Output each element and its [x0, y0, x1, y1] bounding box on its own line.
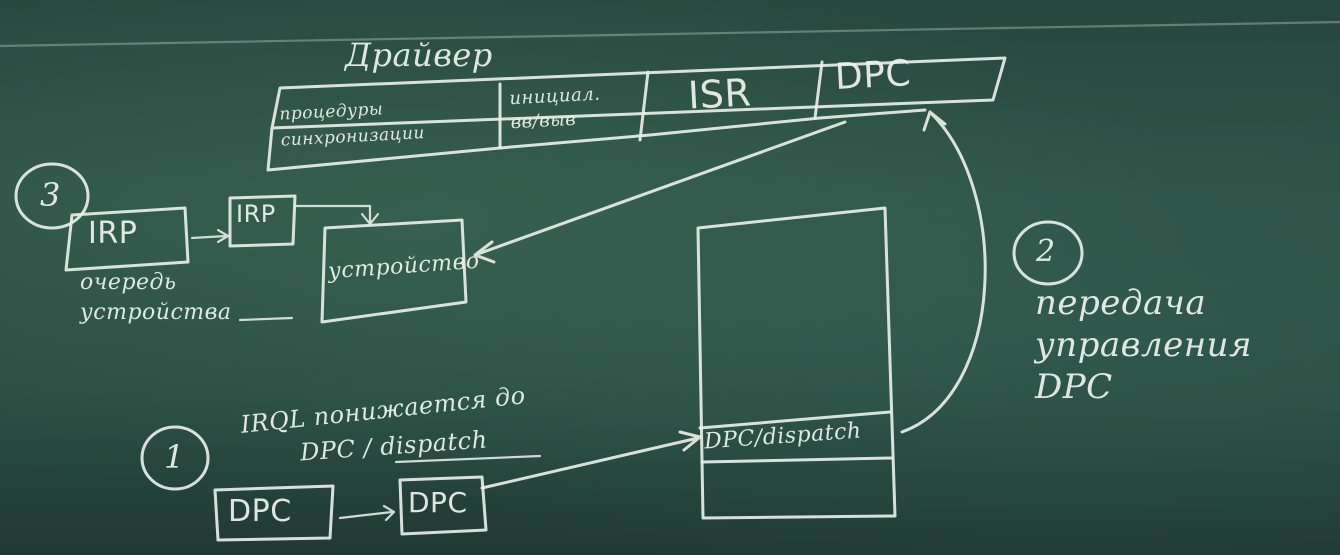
step1-number: 1 — [164, 438, 185, 476]
irp-label-1: IRP — [88, 216, 138, 251]
step2-number: 2 — [1036, 234, 1056, 269]
chalkboard: Драйвер процедуры синхронизации инициал.… — [0, 0, 1340, 555]
arrow-to-stack — [480, 430, 702, 490]
step3-number: 3 — [40, 176, 61, 214]
dpc-label-1: DPC — [228, 494, 292, 529]
dpc-arrow — [338, 504, 396, 522]
arrow-to-device — [473, 120, 847, 264]
irp-to-device-arrow — [294, 204, 380, 226]
stack-level-bottom — [700, 456, 894, 464]
irp-label-2: IRP — [236, 200, 276, 228]
dpc-label-2: DPC — [408, 486, 468, 519]
control-transfer-label: передача управления DPC — [1035, 283, 1253, 407]
driver-cell-dpc: DPC — [833, 53, 913, 98]
driver-cell-init-io: инициал. вв/выв — [508, 83, 601, 134]
stack-rect — [696, 206, 897, 520]
board-top-edge — [0, 20, 1340, 48]
device-queue-label: очередь устройства — [80, 270, 232, 325]
driver-cell-divider-3 — [813, 60, 824, 120]
driver-cell-divider-2 — [638, 70, 650, 142]
curve-arrow-to-dpc — [900, 110, 987, 434]
driver-title: Драйвер — [345, 36, 493, 74]
driver-cell-isr: ISR — [686, 70, 753, 118]
irp-arrow — [190, 228, 230, 244]
